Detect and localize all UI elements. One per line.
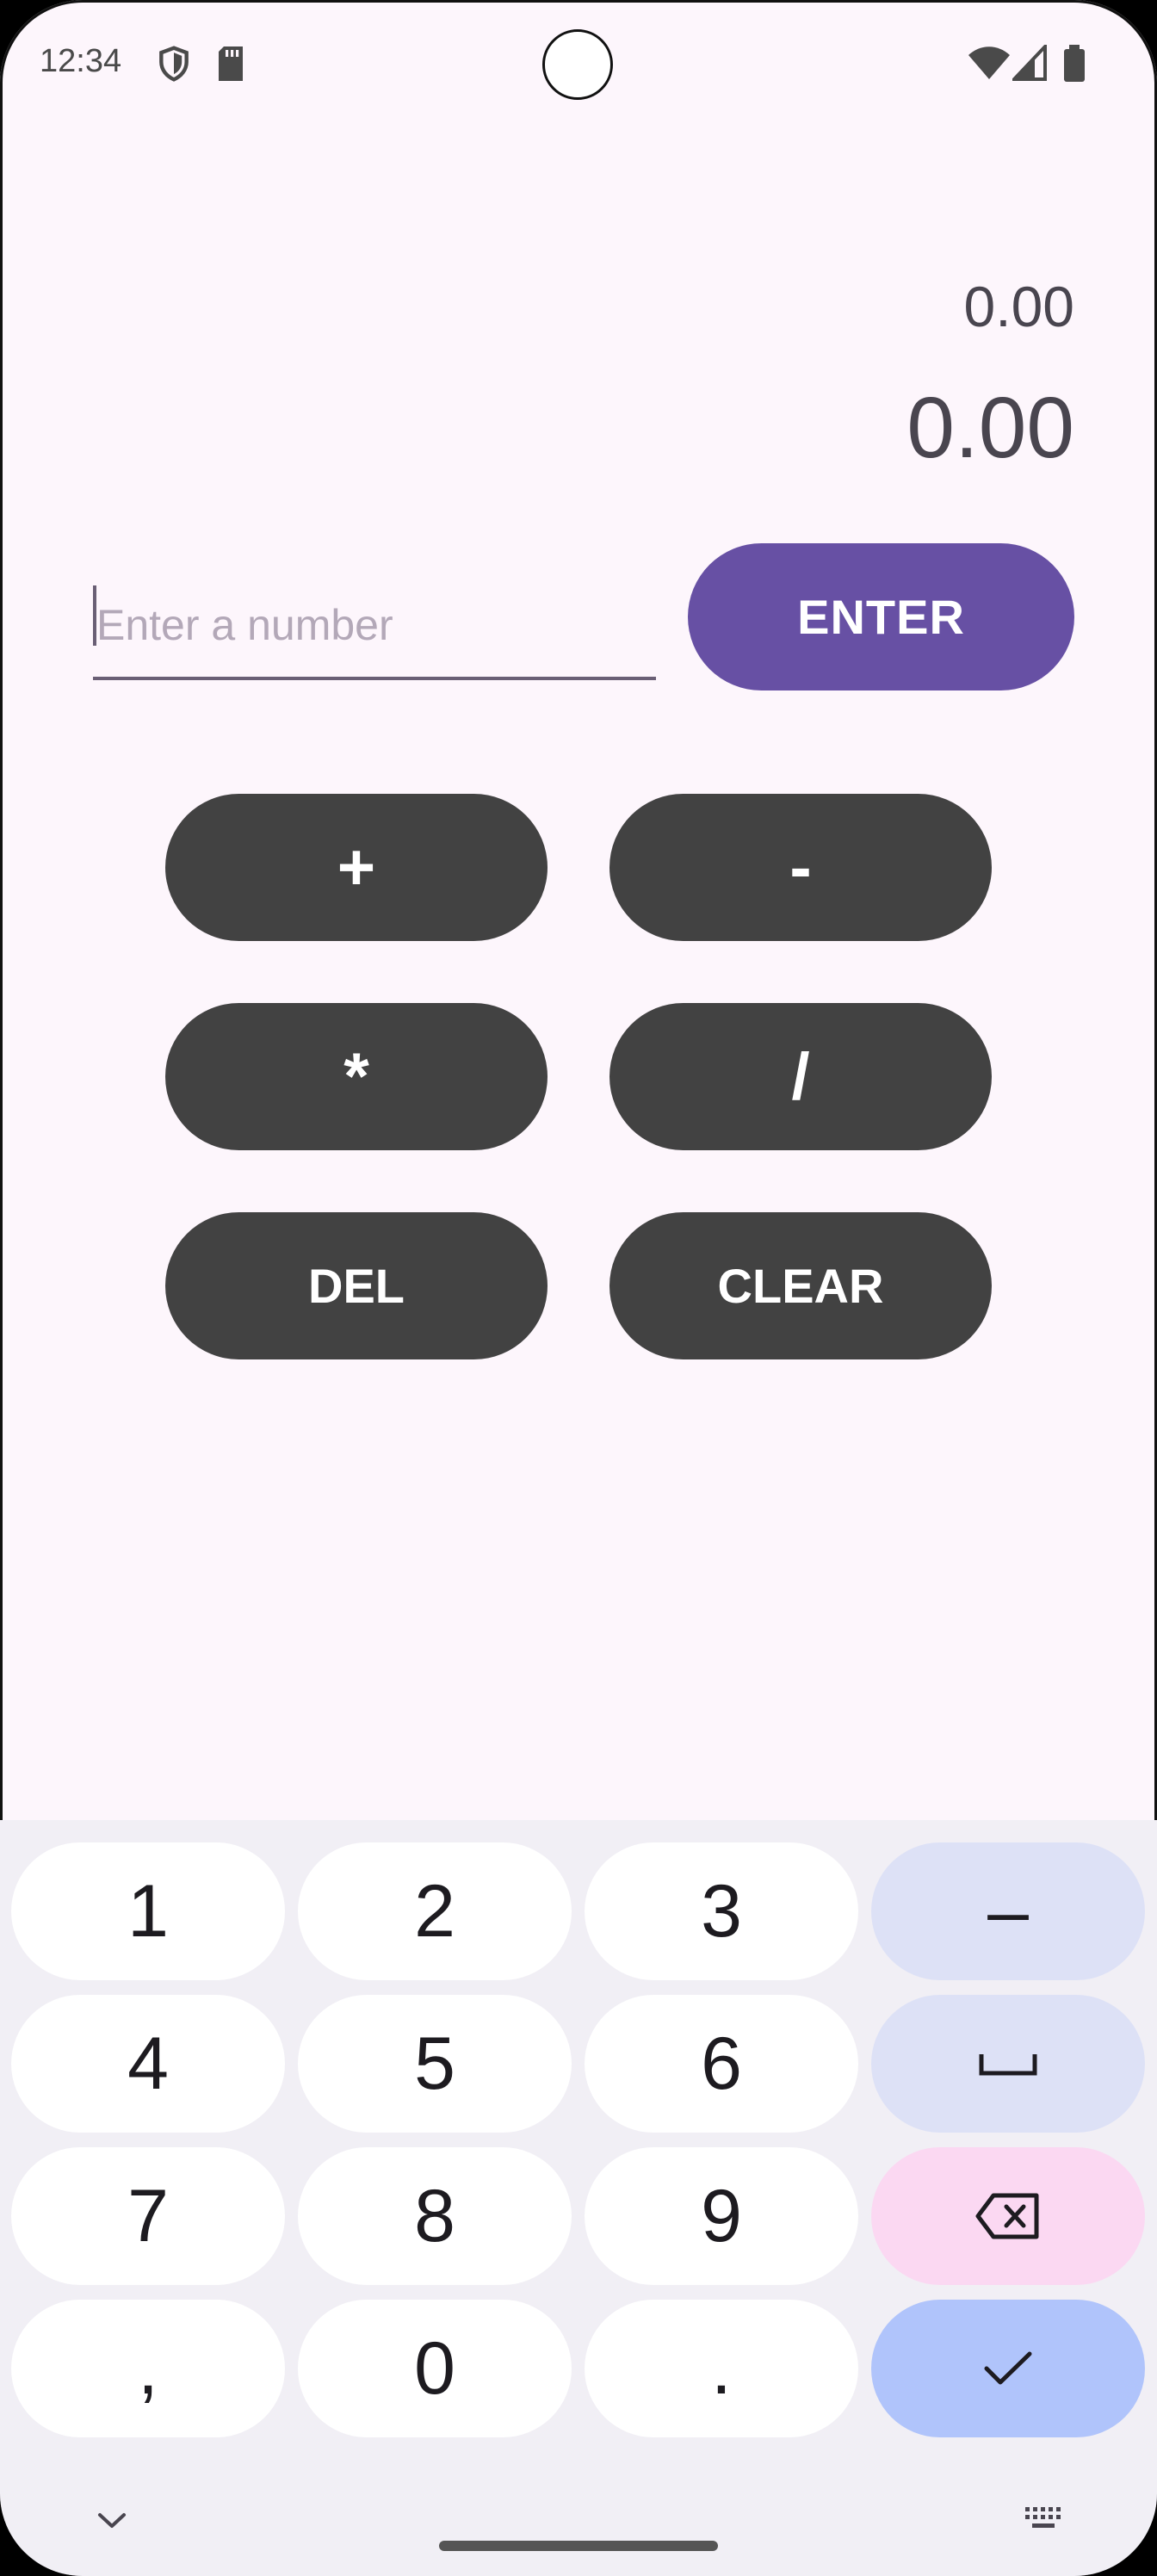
key-space[interactable]	[871, 1995, 1145, 2133]
keyboard-switch-icon[interactable]	[1024, 2505, 1067, 2531]
key-6[interactable]: 6	[585, 1995, 858, 2133]
text-cursor	[93, 585, 96, 646]
key-2[interactable]: 2	[298, 1842, 572, 1980]
key-minus[interactable]: –	[871, 1842, 1145, 1980]
key-9[interactable]: 9	[585, 2147, 858, 2285]
del-button[interactable]: DEL	[165, 1212, 548, 1359]
key-4[interactable]: 4	[11, 1995, 285, 2133]
front-camera	[542, 29, 613, 100]
key-8[interactable]: 8	[298, 2147, 572, 2285]
key-period[interactable]: .	[585, 2300, 858, 2437]
shield-icon	[159, 46, 189, 82]
key-5[interactable]: 5	[298, 1995, 572, 2133]
key-done[interactable]	[871, 2300, 1145, 2437]
gesture-nav-bar[interactable]	[439, 2541, 718, 2551]
enter-button[interactable]: ENTER	[688, 543, 1074, 690]
divide-button[interactable]: /	[609, 1003, 992, 1150]
number-input-container	[93, 573, 656, 682]
multiply-button[interactable]: *	[165, 1003, 548, 1150]
key-3[interactable]: 3	[585, 1842, 858, 1980]
main-result: 0.00	[906, 380, 1074, 476]
number-input[interactable]	[93, 573, 656, 680]
wifi-icon	[968, 46, 1010, 79]
secondary-result: 0.00	[963, 275, 1074, 338]
clear-button[interactable]: CLEAR	[609, 1212, 992, 1359]
status-time: 12:34	[40, 43, 122, 79]
signal-icon	[1012, 45, 1047, 81]
key-1[interactable]: 1	[11, 1842, 285, 1980]
checkmark-icon	[984, 2351, 1032, 2385]
backspace-icon	[975, 2193, 1039, 2239]
key-backspace[interactable]	[871, 2147, 1145, 2285]
key-7[interactable]: 7	[11, 2147, 285, 2285]
key-0[interactable]: 0	[298, 2300, 572, 2437]
space-icon	[979, 2054, 1037, 2076]
minus-button[interactable]: -	[609, 794, 992, 941]
chevron-down-icon[interactable]	[95, 2509, 129, 2531]
app-screen: 12:34 0.00 0.00 ENTER + - * / DEL CLEAR …	[0, 0, 1157, 2576]
key-comma[interactable]: ,	[11, 2300, 285, 2437]
numeric-keyboard: 1 2 3 – 4 5 6 7 8 9 , 0 .	[0, 1820, 1157, 2576]
battery-icon	[1064, 45, 1085, 82]
sd-card-icon	[219, 46, 243, 81]
plus-button[interactable]: +	[165, 794, 548, 941]
